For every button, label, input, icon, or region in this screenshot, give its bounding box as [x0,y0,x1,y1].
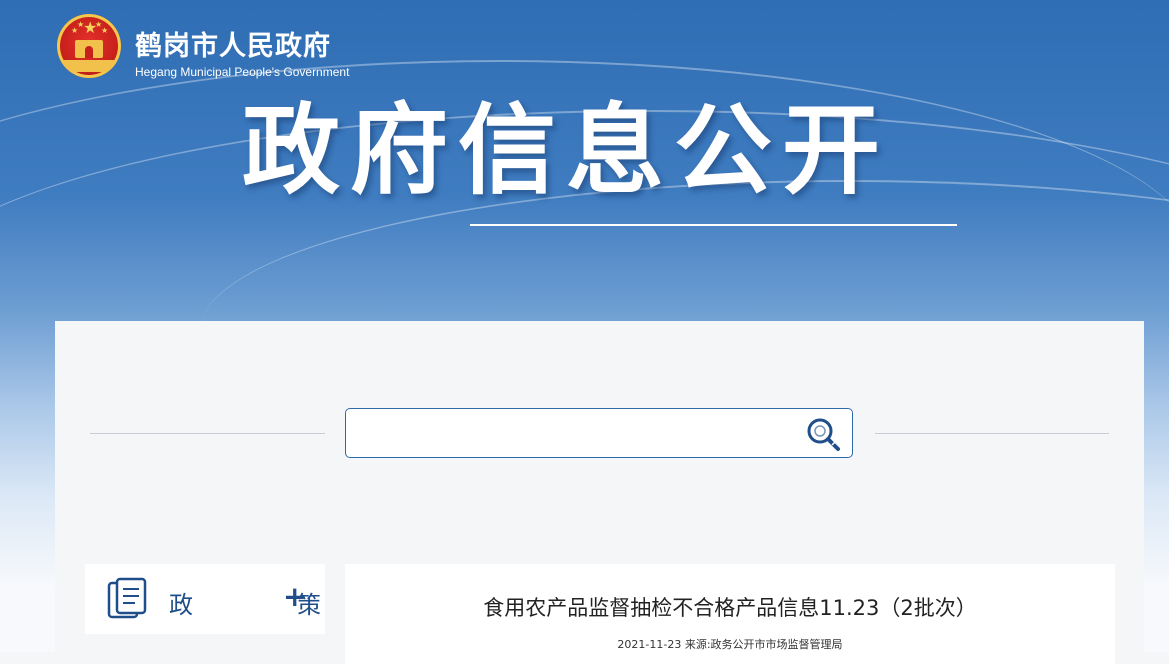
article-header: 食用农产品监督抽检不合格产品信息11.23（2批次） 2021-11-23 来源… [345,564,1115,664]
search-box [345,408,853,458]
hero-underline [470,224,957,226]
hero-title: 政府信息公开 [242,94,891,208]
sidebar-item-label: 政 策 [169,591,361,619]
site-subtitle: Hegang Municipal People's Government [135,65,350,79]
emblem-ribbon [63,60,115,72]
star-icon: ★ [101,26,109,35]
plus-icon[interactable]: + [283,580,306,613]
divider-right [875,433,1109,434]
article-meta: 2021-11-23 来源:政务公开市市场监督管理局 [617,638,843,651]
search-icon[interactable] [804,415,842,453]
main-panel: 政 策 + 食用农产品监督抽检不合格产品信息11.23（2批次） 2021-11… [55,321,1144,664]
search-input[interactable] [358,417,802,451]
tiananmen-gate-icon [75,40,103,58]
site-title[interactable]: 鹤岗市人民政府 [135,24,331,63]
document-icon [107,577,147,619]
national-emblem-logo[interactable]: ★ ★ ★ ★ ★ [57,14,121,78]
sidebar-item-policy[interactable]: 政 策 + [85,564,325,634]
divider-left [90,433,325,434]
star-icon: ★ [77,20,85,29]
article-title: 食用农产品监督抽检不合格产品信息11.23（2批次） [483,596,977,620]
